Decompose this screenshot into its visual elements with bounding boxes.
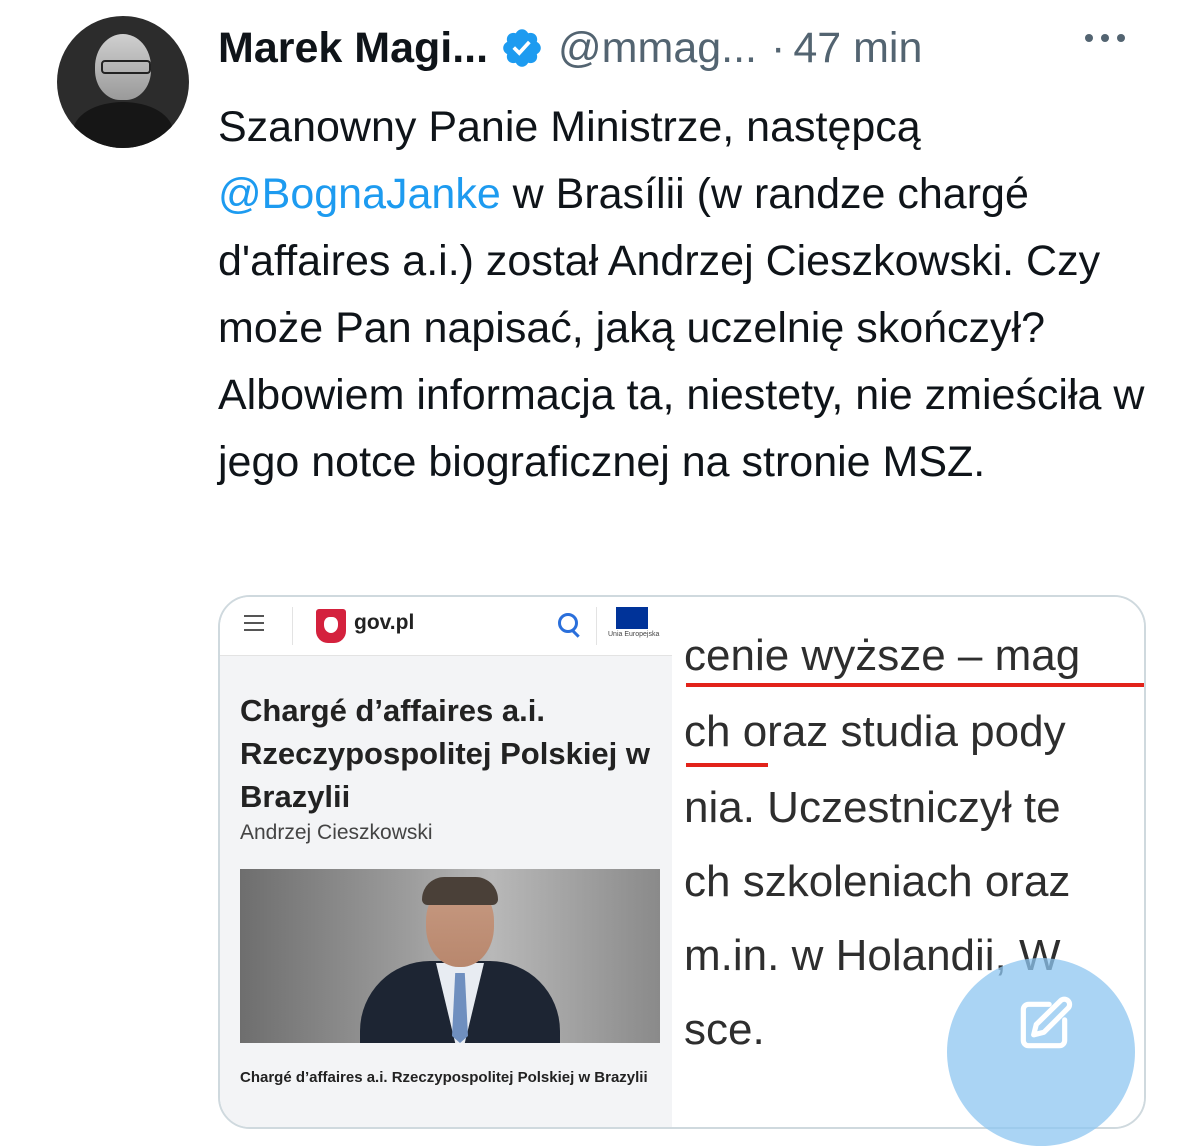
portrait-photo xyxy=(240,869,660,1043)
zoom-line: ch szkoleniach oraz xyxy=(684,857,1071,906)
author-avatar[interactable] xyxy=(57,16,189,148)
red-underline xyxy=(686,763,768,767)
red-underline xyxy=(686,683,1144,687)
more-icon[interactable] xyxy=(1085,34,1125,42)
eu-caption: Unia Europejska xyxy=(608,631,660,638)
zoom-line: sce. xyxy=(684,1005,765,1054)
site-name: gov.pl xyxy=(354,611,415,634)
verified-badge-icon xyxy=(500,26,544,70)
author-handle[interactable]: @mmag... xyxy=(558,24,757,73)
timestamp[interactable]: 47 min xyxy=(793,24,922,73)
zoom-line: nia. Uczestniczył te xyxy=(684,783,1061,832)
menu-icon xyxy=(244,615,264,636)
tweet-text-part: Szanowny Panie Ministrze, następcą xyxy=(218,103,921,151)
compose-button[interactable] xyxy=(947,958,1135,1146)
webpage-screenshot: gov.pl Unia Europejska Chargé d’affaires… xyxy=(220,597,672,1127)
site-header: gov.pl Unia Europejska xyxy=(220,597,672,656)
author-name[interactable]: Marek Magi... xyxy=(218,24,488,73)
tweet-text: Szanowny Panie Ministrze, następcą @Bogn… xyxy=(218,94,1168,496)
article-title: Chargé d’affaires a.i. Rzeczypospolitej … xyxy=(240,693,651,814)
zoom-line: ch oraz studia pody xyxy=(684,707,1066,756)
search-icon xyxy=(558,613,578,633)
eu-flag-icon xyxy=(616,607,648,629)
compose-icon xyxy=(1020,996,1073,1049)
photo-caption: Chargé d’affaires a.i. Rzeczypospolitej … xyxy=(240,1069,648,1086)
separator-dot: · xyxy=(771,23,786,72)
polish-eagle-icon xyxy=(316,609,346,643)
zoom-line: cenie wyższe – mag xyxy=(684,631,1081,680)
mention-link[interactable]: @BognaJanke xyxy=(218,170,501,218)
article-author: Andrzej Cieszkowski xyxy=(240,821,433,844)
tweet-header: Marek Magi... @mmag... · 47 min xyxy=(218,20,922,76)
